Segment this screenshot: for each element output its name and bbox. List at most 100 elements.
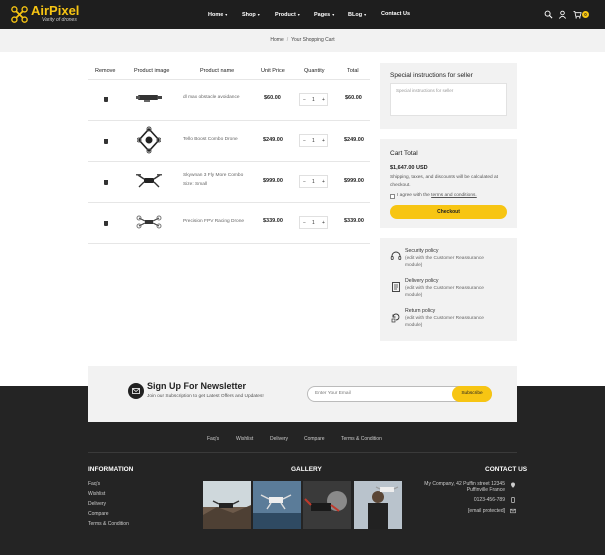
decrease-button[interactable]: − (303, 179, 306, 185)
logo[interactable]: AirPixel Varity of drones (11, 3, 86, 25)
divider (88, 161, 370, 162)
newsletter-title: Sign Up For Newsletter (147, 381, 247, 391)
product-image[interactable] (136, 92, 162, 104)
user-icon[interactable] (558, 10, 567, 19)
gallery-image[interactable] (203, 481, 251, 529)
divider (88, 120, 370, 121)
instructions-textarea[interactable]: Special instructions for seller (390, 83, 507, 116)
trash-icon[interactable] (104, 97, 108, 102)
instructions-panel: Special instructions for seller Special … (380, 63, 517, 129)
footer-info-item[interactable]: Compare (88, 511, 109, 517)
footer-link[interactable]: Compare (304, 436, 325, 442)
nav-blog[interactable]: BLog ▾ (348, 10, 366, 20)
checkout-button[interactable]: Checkout (390, 205, 507, 219)
instructions-title: Special instructions for seller (390, 72, 473, 79)
footer-info-item[interactable]: Terms & Condition (88, 521, 129, 527)
increase-button[interactable]: + (322, 138, 325, 144)
gallery-image[interactable] (354, 481, 402, 529)
product-image[interactable] (136, 172, 162, 190)
decrease-button[interactable]: − (303, 138, 306, 144)
nav-contact[interactable]: Contact Us (381, 10, 410, 19)
row-total: $60.00 (345, 95, 362, 101)
unit-price: $249.00 (263, 137, 283, 143)
increase-button[interactable]: + (322, 97, 325, 103)
product-image[interactable] (137, 126, 161, 154)
nav-product[interactable]: Product ▾ (275, 10, 300, 20)
footer-link[interactable]: Delivery (270, 436, 288, 442)
contact-email[interactable]: [email protected] (468, 508, 505, 514)
headset-icon (390, 251, 402, 260)
truck-icon (392, 282, 400, 292)
increase-button[interactable]: + (322, 179, 325, 185)
cart-icon[interactable] (573, 10, 582, 19)
footer-info-item[interactable]: Delivery (88, 501, 106, 507)
return-icon (391, 313, 400, 323)
gallery-image[interactable] (253, 481, 301, 529)
cart-count-badge: 0 (582, 11, 589, 18)
brand-name: AirPixel (31, 3, 80, 18)
product-name-link[interactable]: Precision FPV Racing Drone (183, 218, 244, 226)
product-image[interactable] (136, 214, 162, 230)
col-name: Product name (200, 68, 235, 74)
map-pin-icon (511, 482, 515, 488)
contact-address-line2: Puffinville France (466, 487, 505, 493)
footer-info-item[interactable]: Wishlist (88, 491, 105, 497)
quantity-stepper[interactable]: −1 + (299, 216, 328, 229)
subscribe-button[interactable]: Subscribe (452, 386, 492, 402)
cart-total-title: Cart Total (390, 150, 418, 157)
trash-icon[interactable] (104, 180, 108, 185)
breadcrumb-home[interactable]: Home (270, 37, 283, 43)
footer-divider (88, 452, 517, 453)
divider (88, 79, 370, 80)
quantity-value[interactable]: 1 (312, 220, 315, 226)
reassurance-title: Security policy (405, 248, 439, 254)
decrease-button[interactable]: − (303, 97, 306, 103)
unit-price: $60.00 (264, 95, 281, 101)
decrease-button[interactable]: − (303, 220, 306, 226)
footer-link[interactable]: Faq's (207, 436, 219, 442)
reassurance-title: Delivery policy (405, 278, 439, 284)
increase-button[interactable]: + (322, 220, 325, 226)
search-icon[interactable] (544, 10, 553, 19)
divider (88, 202, 370, 203)
nav-home-label: Home (208, 12, 224, 18)
breadcrumb-separator: / (286, 37, 289, 43)
terms-checkbox[interactable] (390, 194, 395, 199)
nav-home[interactable]: Home ▾ (208, 10, 227, 20)
product-variant: Size: Small (183, 182, 207, 187)
contact-phone[interactable]: 0123-456-789 (474, 497, 505, 503)
col-total: Total (347, 68, 359, 74)
reassurance-title: Return policy (405, 308, 436, 314)
quantity-stepper[interactable]: −1 + (299, 93, 328, 106)
nav-pages-label: Pages (314, 12, 331, 18)
quantity-value[interactable]: 1 (312, 138, 315, 144)
quantity-value[interactable]: 1 (312, 97, 315, 103)
quantity-value[interactable]: 1 (312, 179, 315, 185)
nav-shop[interactable]: Shop ▾ (242, 10, 260, 20)
newsletter-box: Sign Up For Newsletter Join our Subscrip… (88, 366, 517, 422)
reassurance-panel: Security policy (edit with the Customer … (380, 238, 517, 341)
chevron-down-icon: ▾ (257, 12, 260, 17)
terms-link[interactable]: terms and conditions. (431, 193, 477, 198)
unit-price: $339.00 (263, 218, 283, 224)
footer-link[interactable]: Terms & Condition (341, 436, 382, 442)
nav-contact-label: Contact Us (381, 11, 411, 17)
nav-pages[interactable]: Pages ▾ (314, 10, 334, 20)
col-quantity: Quantity (304, 68, 325, 74)
row-total: $249.00 (344, 137, 364, 143)
quantity-stepper[interactable]: −1 + (299, 134, 328, 147)
envelope-icon (132, 388, 140, 394)
product-name-link[interactable]: Tello Boost Combo Drone (183, 136, 238, 144)
divider (88, 243, 370, 244)
trash-icon[interactable] (104, 139, 108, 144)
trash-icon[interactable] (104, 221, 108, 226)
product-name-link[interactable]: Skywnan 3 Fly More Combo (183, 172, 243, 180)
footer-gallery-title: GALLERY (291, 466, 322, 473)
product-name-link[interactable]: dl max obstacle avoidance (183, 94, 240, 102)
gallery-image[interactable] (303, 481, 351, 529)
quantity-stepper[interactable]: −1 + (299, 175, 328, 188)
nav-shop-label: Shop (242, 12, 256, 18)
reassurance-desc: (edit with the Customer Reassurance modu… (405, 286, 484, 298)
footer-link[interactable]: Wishlist (236, 436, 253, 442)
footer-info-item[interactable]: Faq's (88, 481, 100, 487)
